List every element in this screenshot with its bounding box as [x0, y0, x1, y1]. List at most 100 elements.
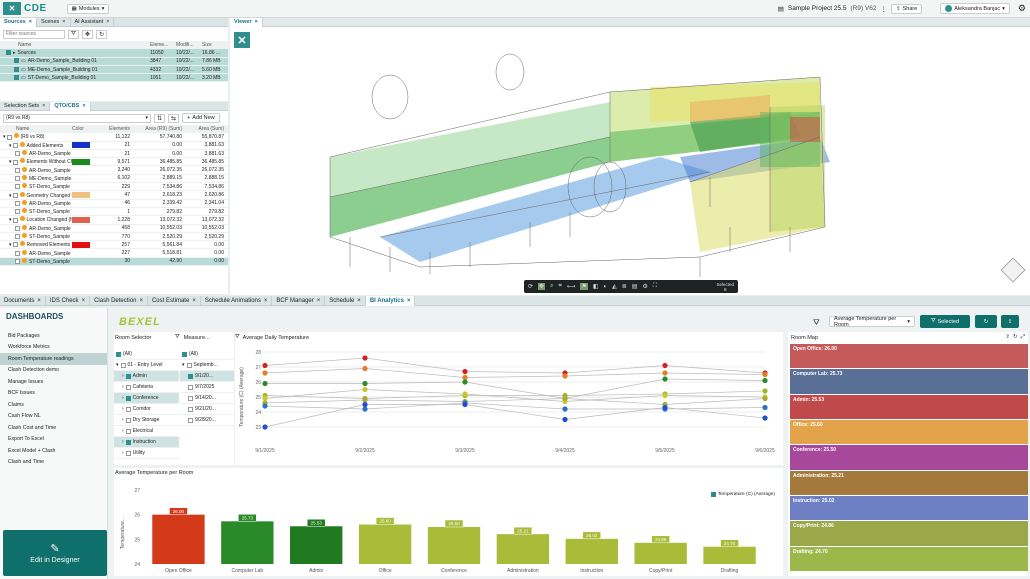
pan-icon[interactable]: ✥ [538, 283, 546, 290]
checkbox[interactable] [125, 417, 131, 423]
close-icon[interactable]: × [357, 298, 361, 304]
close-icon[interactable]: × [62, 19, 65, 25]
modules-button[interactable]: ▦ Modules ▾ [66, 3, 110, 14]
room-map-tile[interactable]: Open Office: 26.00 [790, 344, 1028, 369]
chevron-right-icon[interactable]: › [122, 406, 124, 412]
chevron-down-icon[interactable]: ▾ [3, 134, 6, 140]
measure-icon[interactable]: ⟷ [567, 283, 576, 290]
selection-row[interactable]: ▾ Elements Without Ch 9,571 36,485.85 36,485… [0, 158, 228, 167]
data-point[interactable] [562, 373, 568, 379]
data-point[interactable] [262, 395, 268, 402]
filter-icon[interactable]: ⛛ [813, 318, 820, 328]
dashboard-item[interactable]: Excel Model + Clash [0, 445, 107, 457]
measure-select[interactable]: Average Temperature per Room ▾ [829, 316, 915, 328]
checkbox[interactable] [6, 50, 11, 56]
data-point[interactable] [662, 362, 668, 369]
orbit-icon[interactable]: ⟳ [528, 283, 533, 290]
checkbox[interactable] [116, 351, 121, 357]
checkbox[interactable] [14, 58, 19, 64]
tab-documents[interactable]: Documents × [0, 296, 46, 306]
close-icon[interactable]: × [264, 298, 268, 304]
room-map-tile[interactable]: Conference: 25.50 [790, 445, 1028, 470]
chevron-right-icon[interactable]: › [122, 428, 124, 434]
bar[interactable] [152, 514, 205, 564]
bar[interactable] [565, 538, 618, 564]
data-point[interactable] [462, 391, 468, 397]
tab-qto-cbs[interactable]: QTO/CBS × [50, 101, 91, 111]
room-option[interactable]: › Cafeteria [114, 382, 179, 393]
data-point[interactable] [662, 404, 668, 411]
date-option[interactable]: (All) [180, 349, 234, 360]
checkbox[interactable] [125, 384, 131, 390]
checkbox[interactable] [186, 362, 192, 368]
date-option[interactable]: 9/7/2025 [180, 382, 234, 393]
data-point[interactable] [762, 388, 768, 394]
date-option[interactable]: 9/28/20... [180, 415, 234, 426]
close-icon[interactable]: × [42, 103, 45, 109]
add-new-button[interactable]: + Add New [182, 113, 220, 123]
data-point[interactable] [762, 377, 768, 384]
room-option[interactable]: › Instruction [114, 437, 179, 448]
edit-in-designer-button[interactable]: ✎ Edit in Designer [3, 530, 107, 576]
checkbox[interactable] [188, 406, 193, 412]
close-icon[interactable]: × [192, 298, 196, 304]
share-button[interactable]: ⇪ Share [890, 3, 923, 14]
checkbox[interactable] [6, 134, 12, 140]
data-point[interactable] [362, 397, 368, 403]
chevron-down-icon[interactable]: ▾ [182, 362, 185, 368]
checkbox[interactable] [15, 184, 20, 190]
selection-row[interactable]: ▾ Added Elements 21 0.00 3,881.63 [0, 141, 228, 150]
filter-sources-input[interactable] [3, 29, 65, 39]
close-icon[interactable]: × [407, 298, 411, 304]
data-point[interactable] [262, 370, 268, 376]
split-icon[interactable]: ⇆ [168, 113, 180, 123]
bar[interactable] [290, 526, 343, 564]
tab-clash-detection[interactable]: Clash Detection × [90, 296, 148, 306]
selection-row[interactable]: AR-Demo_Sample 458 10,552.03 10,552.03 [0, 224, 228, 233]
data-point[interactable] [462, 374, 468, 381]
export-button[interactable]: ⇪ [1001, 315, 1019, 328]
properties-icon[interactable]: ▤ [632, 283, 638, 290]
data-point[interactable] [462, 401, 468, 408]
data-point[interactable] [362, 386, 368, 393]
chevron-right-icon[interactable]: › [122, 439, 124, 445]
close-icon[interactable]: × [82, 103, 85, 109]
dashboard-item[interactable]: Clash and Time [0, 457, 107, 469]
bar[interactable] [496, 534, 550, 564]
chevron-right-icon[interactable]: › [122, 450, 124, 456]
color-swatch[interactable] [72, 216, 90, 223]
room-map-tile[interactable]: Administration: 25.21 [790, 470, 1028, 495]
chevron-down-icon[interactable]: ▾ [9, 217, 12, 223]
date-option[interactable]: ▾ Septemb... [180, 360, 234, 371]
selection-row[interactable]: ▾ Geometry Changed f 47 2,618.23 2,620.86 [0, 191, 228, 200]
data-point[interactable] [362, 401, 368, 408]
checkbox[interactable] [188, 384, 193, 390]
checkbox[interactable] [125, 428, 131, 434]
source-row[interactable]: ▭ AR-Demo_Sample_Building 01 3847 10/22/...… [0, 57, 228, 66]
gear-icon[interactable]: ⚙ [1018, 3, 1026, 14]
chevron-down-icon[interactable]: ▾ [9, 159, 12, 165]
checkbox[interactable] [182, 351, 187, 357]
data-point[interactable] [562, 406, 568, 412]
close-icon[interactable]: × [37, 298, 41, 304]
refresh-button[interactable]: ↻ [975, 315, 997, 328]
building-3d-model[interactable] [230, 27, 1030, 295]
room-option[interactable]: › Dry Storage [114, 415, 179, 426]
selection-row[interactable]: ME-Demo_Sample 6,102 2,889.15 2,888.15 [0, 174, 228, 184]
bar[interactable] [221, 521, 274, 564]
selection-row[interactable]: AR-Demo_Sample 46 2,339.42 2,341.04 [0, 199, 228, 208]
checkbox[interactable] [14, 75, 19, 80]
color-swatch[interactable] [72, 241, 90, 248]
data-point[interactable] [362, 380, 368, 387]
checkbox[interactable] [15, 259, 20, 265]
selection-row[interactable]: AR-Demo_Sample 3,240 26,072.35 26,072.35 [0, 166, 228, 175]
bar[interactable] [634, 542, 687, 564]
room-map-tile[interactable]: Office: 25.60 [790, 420, 1028, 445]
data-point[interactable] [362, 365, 368, 372]
color-swatch[interactable] [72, 142, 90, 149]
checkbox[interactable] [12, 159, 18, 165]
room-option[interactable]: › Corridor [114, 404, 179, 415]
checkbox[interactable] [15, 234, 20, 240]
checkbox[interactable] [15, 250, 20, 256]
dashboard-item[interactable]: Cash Flow NL [0, 411, 107, 423]
